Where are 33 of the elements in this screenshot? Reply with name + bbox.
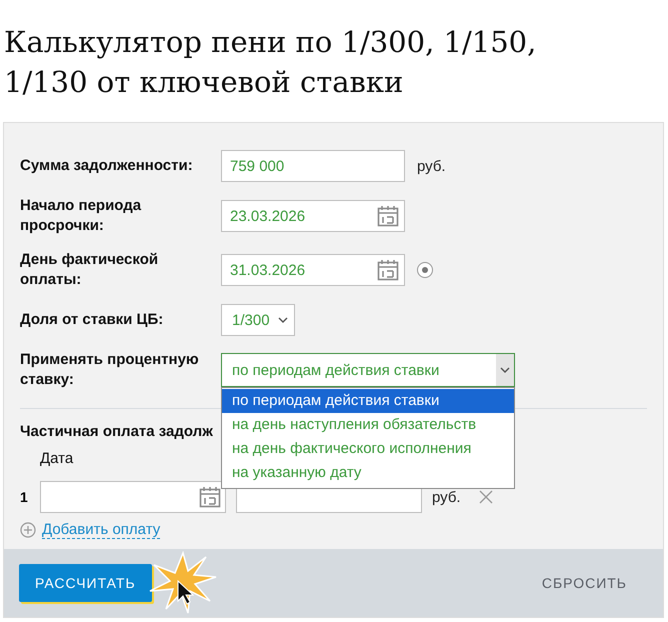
section-title: Частичная оплата задолж: [20, 423, 213, 440]
date-field[interactable]: 31.03.2026: [221, 254, 405, 286]
radio-button[interactable]: [417, 262, 433, 278]
calendar-icon[interactable]: [377, 259, 399, 281]
field-label: Применять процентную ставку:: [20, 350, 200, 390]
date-field[interactable]: [40, 481, 226, 513]
calculate-button[interactable]: РАССЧИТАТЬ: [19, 564, 152, 602]
row-number: 1: [20, 489, 29, 505]
reset-button[interactable]: СБРОСИТЬ: [536, 574, 633, 592]
chevron-down-icon: [278, 317, 288, 323]
dropdown-option[interactable]: на день наступления обязательств: [222, 413, 514, 437]
calendar-icon[interactable]: [377, 205, 399, 227]
chevron-down-icon: [500, 367, 510, 373]
calendar-icon[interactable]: [199, 486, 221, 508]
dropdown-option[interactable]: по периодам действия ставки: [222, 389, 514, 413]
column-header: Дата: [40, 450, 74, 467]
currency-label: руб.: [432, 488, 461, 506]
close-icon[interactable]: [478, 490, 493, 504]
add-payment-link[interactable]: Добавить оплату: [42, 521, 160, 539]
click-burst-icon: [148, 551, 218, 615]
amount-field[interactable]: 759 000: [221, 150, 405, 182]
rate-mode-select[interactable]: по периодам действия ставки: [221, 353, 515, 387]
field-label: День фактической оплаты:: [20, 250, 160, 290]
page-title: Калькулятор пени по 1/300, 1/150, 1/130 от ключевой ставки: [3, 24, 538, 101]
date-field[interactable]: 23.03.2026: [221, 200, 405, 232]
dropdown-option[interactable]: на день фактического исполнения: [222, 437, 514, 461]
currency-label: руб.: [417, 158, 446, 174]
field-label: Начало периода просрочки:: [20, 196, 142, 236]
field-label: Сумма задолженности:: [20, 156, 194, 176]
rate-share-select[interactable]: 1/300: [221, 304, 295, 336]
plus-circle-icon[interactable]: [20, 522, 36, 538]
dropdown-option[interactable]: на указанную дату: [222, 461, 514, 485]
field-label: Доля от ставки ЦБ:: [20, 310, 164, 330]
